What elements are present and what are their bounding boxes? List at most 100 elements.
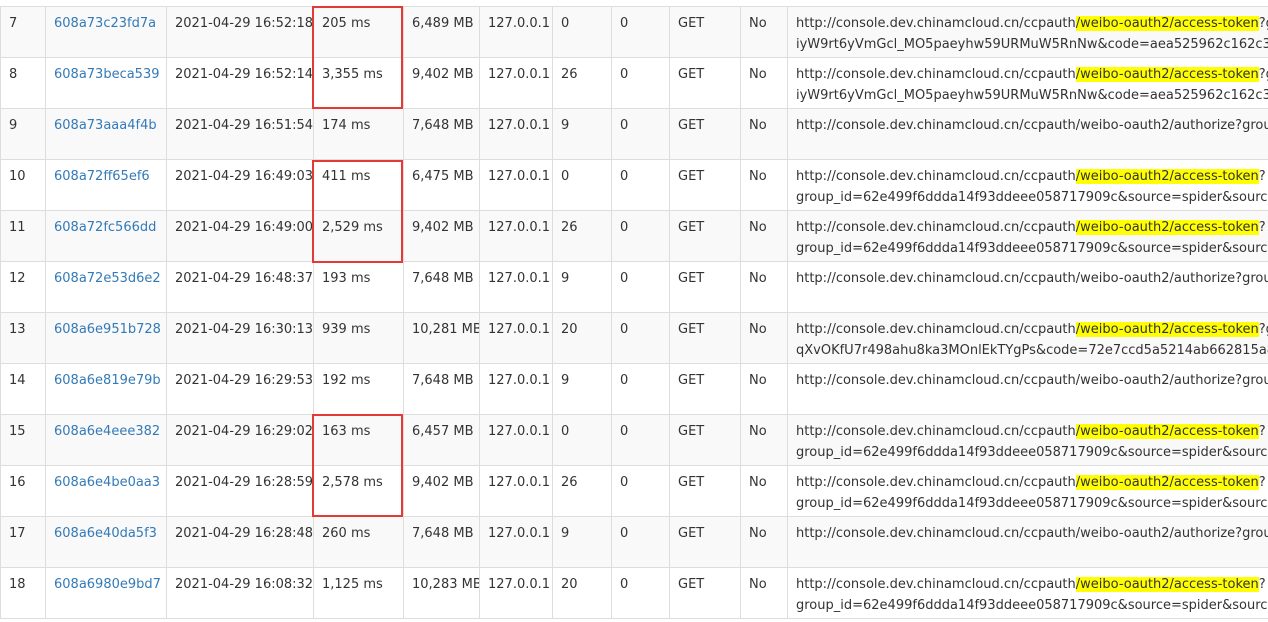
url-suffix: ? (1258, 577, 1266, 592)
url-prefix: http://console.dev.chinamcloud.cn/ccpaut… (796, 16, 1076, 31)
token-link[interactable]: 608a72fc566dd (54, 220, 156, 235)
url-line-1: http://console.dev.chinamcloud.cn/ccpaut… (796, 166, 1268, 187)
url-suffix: ? (1258, 169, 1266, 184)
url-cell: http://console.dev.chinamcloud.cn/ccpaut… (787, 210, 1268, 262)
url-prefix: http://console.dev.chinamcloud.cn/ccpaut… (796, 322, 1076, 337)
token-link[interactable]: 608a6e951b728 (54, 322, 161, 337)
queries-cell: 26 (552, 57, 612, 109)
method-cell: GET (669, 108, 741, 160)
memory-cell: 6,457 MB (403, 414, 480, 466)
count-cell: 0 (611, 108, 670, 160)
url-line-1: http://console.dev.chinamcloud.cn/ccpaut… (796, 268, 1268, 289)
token-link[interactable]: 608a6e4eee382 (54, 424, 160, 439)
queries-cell: 9 (552, 516, 612, 568)
row-index: 17 (0, 516, 46, 568)
duration-cell: 193 ms (313, 261, 404, 313)
count-cell: 0 (611, 6, 670, 58)
memory-cell: 6,489 MB (403, 6, 480, 58)
table-row: 9 608a73aaa4f4b 2021-04-29 16:51:54 174 ms 7… (0, 108, 1268, 160)
token-cell: 608a72ff65ef6 (45, 159, 167, 211)
url-cell: http://console.dev.chinamcloud.cn/ccpaut… (787, 312, 1268, 364)
table-row: 16 608a6e4be0aa3 2021-04-29 16:28:59 2,578 … (0, 465, 1268, 517)
queries-cell: 0 (552, 6, 612, 58)
time-cell: 2021-04-29 16:49:03 (166, 159, 314, 211)
url-prefix: http://console.dev.chinamcloud.cn/ccpaut… (796, 424, 1076, 439)
url-suffix: ? (1258, 220, 1266, 235)
token-link[interactable]: 608a72ff65ef6 (54, 169, 150, 184)
memory-cell: 7,648 MB (403, 108, 480, 160)
ip-cell: 127.0.0.1 (479, 57, 553, 109)
method-cell: GET (669, 6, 741, 58)
token-link[interactable]: 608a73aaa4f4b (54, 118, 157, 133)
ajax-cell: No (740, 6, 788, 58)
token-cell: 608a73beca539 (45, 57, 167, 109)
count-cell: 0 (611, 57, 670, 109)
ajax-cell: No (740, 516, 788, 568)
time-cell: 2021-04-29 16:49:00 (166, 210, 314, 262)
time-cell: 2021-04-29 16:52:18 (166, 6, 314, 58)
time-cell: 2021-04-29 16:48:37 (166, 261, 314, 313)
method-cell: GET (669, 57, 741, 109)
duration-cell: 1,125 ms (313, 567, 404, 619)
queries-cell: 0 (552, 159, 612, 211)
duration-cell: 939 ms (313, 312, 404, 364)
count-cell: 0 (611, 210, 670, 262)
count-cell: 0 (611, 312, 670, 364)
time-cell: 2021-04-29 16:29:02 (166, 414, 314, 466)
queries-cell: 0 (552, 414, 612, 466)
ajax-cell: No (740, 312, 788, 364)
table-row: 10 608a72ff65ef6 2021-04-29 16:49:03 411 ms… (0, 159, 1268, 211)
url-line-2: iyW9rt6yVmGcl_MO5paeyhw59URMuW5RnNw&code… (796, 88, 1268, 103)
url-highlight: /weibo-oauth2/access-token (1075, 475, 1259, 490)
ajax-cell: No (740, 414, 788, 466)
count-cell: 0 (611, 414, 670, 466)
url-cell: http://console.dev.chinamcloud.cn/ccpaut… (787, 516, 1268, 568)
row-index: 12 (0, 261, 46, 313)
token-link[interactable]: 608a72e53d6e2 (54, 271, 161, 286)
row-index: 14 (0, 363, 46, 415)
url-cell: http://console.dev.chinamcloud.cn/ccpaut… (787, 567, 1268, 619)
memory-cell: 9,402 MB (403, 465, 480, 517)
url-line-2: group_id=62e499f6ddda14f93ddeee058717909… (796, 190, 1268, 205)
time-cell: 2021-04-29 16:30:13 (166, 312, 314, 364)
time-cell: 2021-04-29 16:51:54 (166, 108, 314, 160)
row-index: 18 (0, 567, 46, 619)
count-cell: 0 (611, 261, 670, 313)
ajax-cell: No (740, 363, 788, 415)
url-suffix: ?gr (1258, 67, 1268, 82)
token-link[interactable]: 608a6e4be0aa3 (54, 475, 160, 490)
ajax-cell: No (740, 57, 788, 109)
url-highlight: /weibo-oauth2/access-token (1075, 67, 1259, 82)
queries-cell: 9 (552, 108, 612, 160)
method-cell: GET (669, 363, 741, 415)
url-suffix: ? (1258, 475, 1266, 490)
url-line-1: http://console.dev.chinamcloud.cn/ccpaut… (796, 64, 1268, 85)
ip-cell: 127.0.0.1 (479, 312, 553, 364)
ip-cell: 127.0.0.1 (479, 516, 553, 568)
url-line-2: group_id=62e499f6ddda14f93ddeee058717909… (796, 598, 1268, 613)
memory-cell: 9,402 MB (403, 210, 480, 262)
ip-cell: 127.0.0.1 (479, 414, 553, 466)
token-link[interactable]: 608a73beca539 (54, 67, 160, 82)
token-link[interactable]: 608a6e819e79b (54, 373, 161, 388)
url-prefix: http://console.dev.chinamcloud.cn/ccpaut… (796, 373, 1268, 388)
memory-cell: 9,402 MB (403, 57, 480, 109)
count-cell: 0 (611, 516, 670, 568)
memory-cell: 7,648 MB (403, 516, 480, 568)
token-link[interactable]: 608a6980e9bd7 (54, 577, 161, 592)
count-cell: 0 (611, 567, 670, 619)
queries-cell: 9 (552, 261, 612, 313)
duration-cell: 3,355 ms (313, 57, 404, 109)
method-cell: GET (669, 465, 741, 517)
token-link[interactable]: 608a6e40da5f3 (54, 526, 157, 541)
url-line-2: qXvOKfU7r498ahu8ka3MOnlEkTYgPs&code=72e7… (796, 343, 1268, 358)
queries-cell: 26 (552, 465, 612, 517)
ajax-cell: No (740, 465, 788, 517)
token-cell: 608a6e40da5f3 (45, 516, 167, 568)
row-index: 13 (0, 312, 46, 364)
token-cell: 608a6e4be0aa3 (45, 465, 167, 517)
ip-cell: 127.0.0.1 (479, 465, 553, 517)
table-row: 7 608a73c23fd7a 2021-04-29 16:52:18 205 ms 6… (0, 6, 1268, 58)
url-suffix: ?gr (1258, 16, 1268, 31)
token-link[interactable]: 608a73c23fd7a (54, 16, 156, 31)
